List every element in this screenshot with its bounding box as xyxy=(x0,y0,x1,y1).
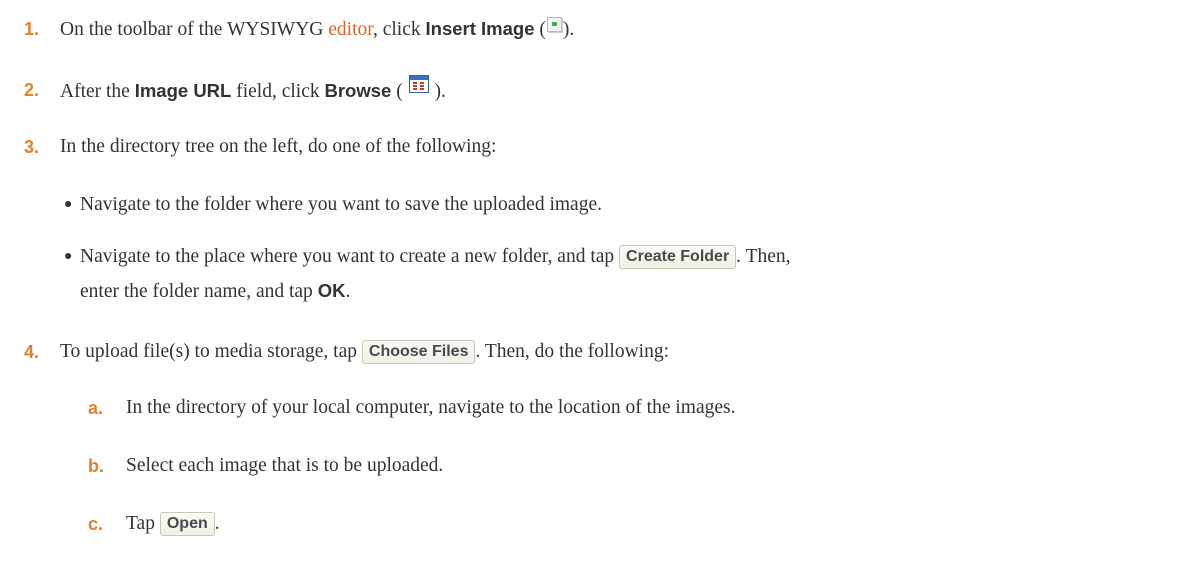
step-2-text-mid: field, click xyxy=(231,81,325,102)
step-number: 4. xyxy=(24,342,40,362)
step-4-text-pre: To upload file(s) to media storage, tap xyxy=(60,341,362,362)
step-number: 1. xyxy=(24,19,40,39)
substep-c-pre: Tap xyxy=(126,513,160,534)
editor-link[interactable]: editor xyxy=(328,19,373,40)
bullet-2-line2-pre: enter the folder name, and tap xyxy=(80,281,318,302)
step-text: After the Image URL field, click Browse … xyxy=(60,75,1170,107)
step-1-text-mid: , click xyxy=(372,19,426,40)
browse-label: Browse xyxy=(324,80,392,101)
bullet-2-line2-post: . xyxy=(345,281,351,302)
bullet-text: Navigate to the folder where you want to… xyxy=(80,194,602,215)
bullet-text: Navigate to the place where you want to … xyxy=(80,242,1160,272)
browse-icon xyxy=(408,75,429,93)
image-url-label: Image URL xyxy=(134,80,232,101)
bullet-2-text-post: . Then, xyxy=(736,246,791,267)
ok-label: OK xyxy=(317,280,346,301)
substep-text: Select each image that is to be uploaded… xyxy=(126,455,444,476)
open-button[interactable]: Open xyxy=(159,512,215,536)
substep-text: In the directory of your local computer,… xyxy=(126,397,736,418)
create-folder-button[interactable]: Create Folder xyxy=(619,245,737,269)
insert-image-icon xyxy=(546,17,562,32)
bullet-text: enter the folder name, and tap OK. xyxy=(80,276,1160,307)
substep-letter: b. xyxy=(88,456,104,476)
step-text: On the toolbar of the WYSIWYG editor, cl… xyxy=(60,14,1170,45)
step-4-text-post: . Then, do the following: xyxy=(475,341,670,362)
step-text: In the directory tree on the left, do on… xyxy=(60,136,497,157)
bullet-dot: ● xyxy=(64,249,73,264)
step-number: 3. xyxy=(24,137,40,157)
substep-c-post: . xyxy=(214,513,220,534)
substep-text: Tap Open. xyxy=(126,509,1166,539)
step-1-paren-close: ). xyxy=(562,19,575,40)
procedure-document: 1. On the toolbar of the WYSIWYG editor,… xyxy=(0,0,1195,583)
substep-letter: a. xyxy=(88,398,104,418)
step-2-paren-open: ( xyxy=(391,81,408,102)
step-number: 2. xyxy=(24,80,40,100)
insert-image-label: Insert Image xyxy=(425,18,535,39)
step-text: To upload file(s) to media storage, tap … xyxy=(60,337,1170,367)
substep-letter: c. xyxy=(88,514,104,534)
step-2-paren-close: ). xyxy=(429,81,446,102)
step-1-text-pre: On the toolbar of the WYSIWYG xyxy=(60,19,329,40)
step-1-paren-open: ( xyxy=(534,19,546,40)
step-2-text-pre: After the xyxy=(60,81,135,102)
bullet-2-text-pre: Navigate to the place where you want to … xyxy=(80,246,620,267)
choose-files-button[interactable]: Choose Files xyxy=(361,340,476,364)
bullet-dot: ● xyxy=(64,197,73,212)
